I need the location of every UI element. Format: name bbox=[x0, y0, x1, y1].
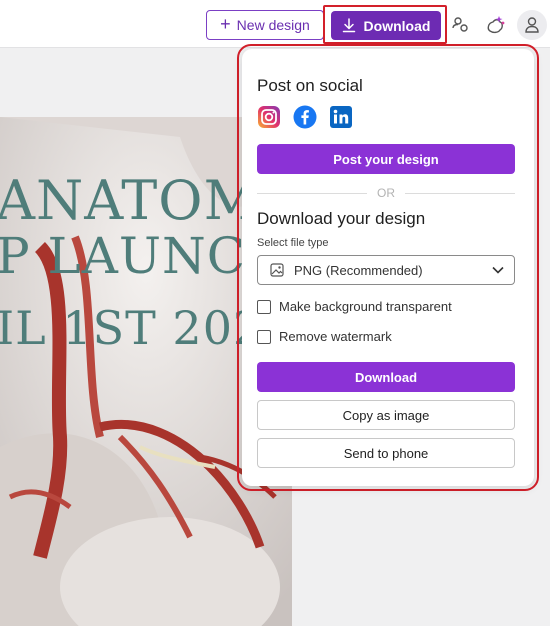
top-bar: + New design Download bbox=[0, 0, 550, 48]
remove-watermark-checkbox[interactable] bbox=[257, 329, 271, 344]
or-divider: OR bbox=[257, 185, 515, 201]
download-your-design-title: Download your design bbox=[257, 209, 426, 228]
new-design-label: New design bbox=[236, 17, 310, 33]
download-top-button[interactable]: Download bbox=[331, 11, 441, 40]
linkedin-icon[interactable] bbox=[329, 105, 353, 129]
post-on-social-title: Post on social bbox=[257, 76, 363, 95]
facebook-icon[interactable] bbox=[293, 105, 317, 129]
file-type-select[interactable]: PNG (Recommended) bbox=[257, 255, 515, 285]
remove-watermark-label: Remove watermark bbox=[279, 329, 392, 344]
download-button[interactable]: Download bbox=[257, 362, 515, 392]
new-design-button[interactable]: + New design bbox=[206, 10, 324, 40]
copilot-sparkle-icon[interactable] bbox=[480, 10, 510, 40]
download-panel: Post on social Post your design OR Downl… bbox=[242, 49, 534, 486]
remove-watermark-option[interactable]: Remove watermark bbox=[257, 329, 392, 344]
chevron-down-icon bbox=[492, 266, 504, 274]
account-avatar[interactable] bbox=[517, 10, 547, 40]
image-icon bbox=[270, 263, 284, 277]
post-your-design-button[interactable]: Post your design bbox=[257, 144, 515, 174]
share-people-icon[interactable] bbox=[446, 10, 476, 40]
plus-icon: + bbox=[220, 14, 231, 34]
or-text: OR bbox=[377, 186, 395, 200]
download-icon bbox=[342, 18, 355, 33]
send-to-phone-button[interactable]: Send to phone bbox=[257, 438, 515, 468]
transparent-background-label: Make background transparent bbox=[279, 299, 452, 314]
person-icon bbox=[525, 17, 539, 33]
transparent-background-option[interactable]: Make background transparent bbox=[257, 299, 452, 314]
canvas-text-line-3: IL 1ST 202 bbox=[0, 301, 264, 355]
transparent-background-checkbox[interactable] bbox=[257, 299, 271, 314]
download-top-label: Download bbox=[363, 17, 431, 34]
instagram-icon[interactable] bbox=[257, 105, 281, 129]
file-type-label: Select file type bbox=[257, 237, 329, 249]
copy-as-image-button[interactable]: Copy as image bbox=[257, 400, 515, 430]
file-type-value: PNG (Recommended) bbox=[294, 262, 423, 278]
